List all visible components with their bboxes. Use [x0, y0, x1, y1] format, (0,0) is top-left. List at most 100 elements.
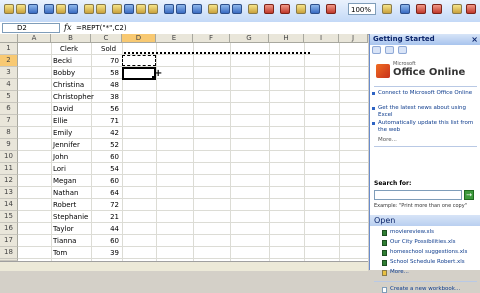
recent-file[interactable]: moviereview.xls	[390, 229, 434, 235]
header-clerk[interactable]: Clerk	[60, 43, 78, 55]
row-header[interactable]: 13	[0, 187, 18, 199]
format-icon[interactable]	[416, 4, 426, 14]
row-header[interactable]: 12	[0, 175, 18, 187]
column-header[interactable]: A	[18, 34, 51, 43]
clerk-cell[interactable]: Becki	[53, 55, 72, 67]
font-icon[interactable]	[400, 4, 410, 14]
paste-icon[interactable]	[136, 4, 146, 14]
sold-cell[interactable]: 72	[91, 199, 119, 211]
clerk-cell[interactable]: David	[53, 103, 73, 115]
clerk-cell[interactable]: Tom	[53, 247, 67, 259]
column-header[interactable]: G	[230, 34, 269, 43]
permission-icon[interactable]	[44, 4, 54, 14]
name-box[interactable]: D2	[2, 23, 60, 33]
hyperlink-icon[interactable]	[192, 4, 202, 14]
sold-cell[interactable]: 58	[91, 67, 119, 79]
sold-cell[interactable]: 44	[91, 223, 119, 235]
formula-input[interactable]: =REPT("*",C2)	[76, 22, 127, 34]
new-icon[interactable]	[4, 4, 14, 14]
row-header[interactable]: 17	[0, 235, 18, 247]
sold-cell[interactable]: 60	[91, 235, 119, 247]
column-header[interactable]: F	[193, 34, 230, 43]
active-cell[interactable]	[122, 67, 156, 80]
sold-cell[interactable]: 21	[91, 211, 119, 223]
merge-icon[interactable]	[432, 4, 442, 14]
row-header[interactable]: 3	[0, 67, 18, 79]
column-header[interactable]: I	[304, 34, 339, 43]
sold-cell[interactable]: 38	[91, 91, 119, 103]
drawing-icon[interactable]	[264, 4, 274, 14]
clerk-cell[interactable]: Megan	[53, 175, 77, 187]
search-go-button[interactable]: →	[464, 190, 474, 200]
reply-changes-icon[interactable]	[280, 4, 290, 14]
print-icon[interactable]	[56, 4, 66, 14]
help-icon[interactable]	[382, 4, 392, 14]
create-workbook-link[interactable]: Create a new workbook...	[390, 286, 460, 292]
row-header[interactable]: 16	[0, 223, 18, 235]
close-icon[interactable]: ×	[471, 34, 478, 45]
clerk-cell[interactable]: Bobby	[53, 67, 75, 79]
clerk-cell[interactable]: Lori	[53, 163, 66, 175]
clerk-cell[interactable]: Tianna	[53, 235, 76, 247]
research-icon[interactable]	[96, 4, 106, 14]
search-input[interactable]	[374, 190, 462, 200]
sold-cell[interactable]: 64	[91, 187, 119, 199]
recent-file[interactable]: homeschool suggestions.xls	[390, 249, 467, 255]
review-icon[interactable]	[296, 4, 306, 14]
row-header[interactable]: 11	[0, 163, 18, 175]
sold-cell[interactable]: 60	[91, 175, 119, 187]
recent-file[interactable]: Our City Possibilities.xls	[390, 239, 456, 245]
row-header[interactable]: 7	[0, 115, 18, 127]
sold-cell[interactable]: 39	[91, 247, 119, 259]
clerk-cell[interactable]: John	[53, 151, 68, 163]
sold-cell[interactable]: 52	[91, 139, 119, 151]
zoom-select[interactable]: 100%	[348, 3, 376, 15]
clerk-cell[interactable]: Robert	[53, 199, 76, 211]
save-icon[interactable]	[28, 4, 38, 14]
row-header[interactable]: 8	[0, 127, 18, 139]
link-auto-update[interactable]: Automatically update this list from the …	[372, 120, 476, 134]
row-header[interactable]: 14	[0, 199, 18, 211]
cut-icon[interactable]	[112, 4, 122, 14]
row-header[interactable]: 18	[0, 247, 18, 259]
forward-icon[interactable]	[385, 46, 395, 54]
clerk-cell[interactable]: Taylor	[53, 223, 74, 235]
task-pane-title[interactable]: Getting Started ×	[370, 34, 480, 45]
sold-cell[interactable]: 71	[91, 115, 119, 127]
undo-icon[interactable]	[164, 4, 174, 14]
column-header[interactable]: H	[269, 34, 304, 43]
open-icon[interactable]	[16, 4, 26, 14]
sold-cell[interactable]: 48	[91, 79, 119, 91]
sold-cell[interactable]: 70	[91, 55, 119, 67]
sold-cell[interactable]: 60	[91, 151, 119, 163]
drawing-toolbar-icon[interactable]	[326, 4, 336, 14]
select-all-corner[interactable]	[0, 34, 18, 43]
row-header[interactable]: 1	[0, 43, 18, 55]
row-header[interactable]: 5	[0, 91, 18, 103]
clerk-cell[interactable]: Ellie	[53, 115, 68, 127]
format-painter-icon[interactable]	[148, 4, 158, 14]
sold-cell[interactable]: 54	[91, 163, 119, 175]
row-header[interactable]: 9	[0, 139, 18, 151]
clerk-cell[interactable]: Nathan	[53, 187, 78, 199]
row-header[interactable]: 6	[0, 103, 18, 115]
worksheet-grid[interactable]: A B C D E F G H I J 1 2 3 4 5 6 7 8 9 10…	[0, 34, 368, 261]
clerk-cell[interactable]: Emily	[53, 127, 72, 139]
more-link[interactable]: More...	[378, 137, 397, 143]
autosum-icon[interactable]	[208, 4, 218, 14]
chart-icon[interactable]	[310, 4, 320, 14]
clerk-cell[interactable]: Stephanie	[53, 211, 88, 223]
sold-cell[interactable]: 42	[91, 127, 119, 139]
link-connect-office-online[interactable]: Connect to Microsoft Office Online	[372, 90, 476, 97]
column-header[interactable]: J	[339, 34, 368, 43]
row-header[interactable]: 2	[0, 55, 18, 67]
clerk-cell[interactable]: Christina	[53, 79, 84, 91]
back-icon[interactable]	[372, 46, 381, 54]
link-latest-news[interactable]: Get the latest news about using Excel	[372, 105, 476, 119]
sold-cell[interactable]: 56	[91, 103, 119, 115]
redo-icon[interactable]	[176, 4, 186, 14]
fx-icon[interactable]: fx	[64, 22, 71, 34]
column-header[interactable]: C	[91, 34, 122, 43]
column-header[interactable]: D	[122, 34, 156, 43]
font-color-icon[interactable]	[466, 4, 476, 14]
